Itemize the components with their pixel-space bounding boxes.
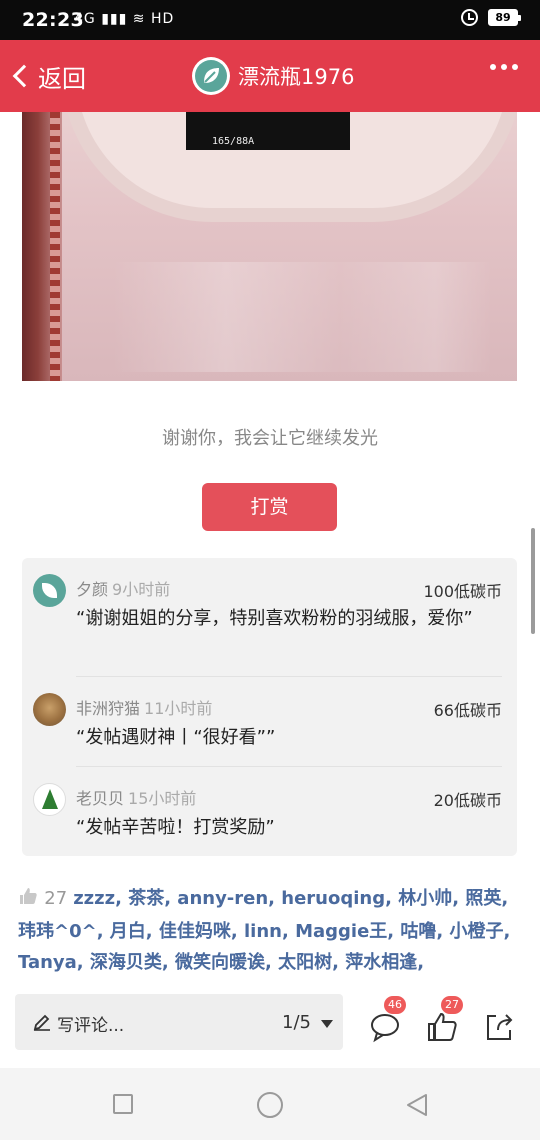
back-triangle-icon[interactable] xyxy=(404,1092,430,1118)
brand: 漂流瓶1976 xyxy=(192,56,354,96)
reward-amount: 66低碳币 xyxy=(433,701,502,720)
battery-icon: 89 xyxy=(488,9,521,26)
divider xyxy=(76,676,502,677)
dot-icon xyxy=(490,64,496,70)
divider xyxy=(76,766,502,767)
wifi-icon: ≋ xyxy=(132,11,146,27)
likes-count: 27 xyxy=(44,888,68,909)
reward-time: 9小时前 xyxy=(112,580,171,599)
scrollbar[interactable] xyxy=(531,528,535,634)
alarm-icon xyxy=(461,9,478,26)
reward-amount: 20低碳币 xyxy=(433,791,502,810)
likes-list: 27 zzzz, 茶茶, anny-ren, heruoqing, 林小帅, 照英… xyxy=(18,883,523,978)
page-title: 漂流瓶1976 xyxy=(238,65,355,89)
recent-apps-icon[interactable] xyxy=(113,1094,133,1114)
home-icon[interactable] xyxy=(257,1092,283,1118)
avatar[interactable] xyxy=(33,783,66,816)
status-bar: 22:23 4G ▮▮▮ ≋ HD 89 xyxy=(0,0,540,40)
like-button[interactable]: 27 xyxy=(425,996,463,1044)
reward-time: 15小时前 xyxy=(128,789,197,808)
bottom-comment-bar: 写评论... 1/5 46 27 xyxy=(0,980,540,1068)
status-right: 89 xyxy=(461,9,521,26)
comment-input[interactable]: 写评论... 1/5 xyxy=(15,994,343,1050)
comment-bubble-icon xyxy=(371,1014,399,1043)
reward-time: 11小时前 xyxy=(144,699,213,718)
dot-icon xyxy=(512,64,518,70)
network-indicators: 4G ▮▮▮ ≋ HD xyxy=(74,11,174,27)
avatar[interactable] xyxy=(33,693,66,726)
thumbs-up-icon xyxy=(18,885,38,916)
thumbs-up-icon xyxy=(428,1012,457,1041)
signal-bars-icon: ▮▮▮ xyxy=(101,11,128,27)
reward-amount: 100低碳币 xyxy=(423,582,502,601)
more-options-button[interactable] xyxy=(490,64,518,70)
reward-button[interactable]: 打赏 xyxy=(202,483,337,531)
back-label: 返回 xyxy=(38,64,86,93)
chevron-left-icon xyxy=(12,64,36,88)
comment-count-badge: 46 xyxy=(384,996,406,1014)
clothing-tag xyxy=(186,112,350,150)
reward-message: “发帖遇财神丨“很好看”” xyxy=(76,727,276,748)
reward-user-name[interactable]: 老贝贝 15小时前 xyxy=(76,785,196,809)
post-caption: 谢谢你，我会让它继续发光 xyxy=(162,428,378,449)
leaf-logo-icon xyxy=(192,57,230,95)
clothing-tag-text: 165/88A xyxy=(212,136,255,147)
system-navigation-bar xyxy=(0,1068,540,1140)
share-button[interactable] xyxy=(482,1010,516,1044)
page-indicator[interactable]: 1/5 xyxy=(282,1012,311,1033)
like-count-badge: 27 xyxy=(441,996,463,1014)
likes-names[interactable]: zzzz, 茶茶, anny-ren, heruoqing, 林小帅, 照英, … xyxy=(18,888,510,973)
reward-user-name[interactable]: 夕颜 9小时前 xyxy=(76,576,170,600)
reward-user-name[interactable]: 非洲狩猫 11小时前 xyxy=(76,695,212,719)
chevron-down-icon[interactable] xyxy=(321,1020,333,1028)
reward-message: “谢谢姐姐的分享，特别喜欢粉粉的羽绒服，爱你” xyxy=(76,608,473,629)
pencil-icon xyxy=(33,1014,50,1031)
zipper-detail xyxy=(50,112,60,381)
reward-message: “发帖辛苦啦！打赏奖励” xyxy=(76,817,275,838)
back-button[interactable]: 返回 xyxy=(10,58,86,94)
reward-list: 夕颜 9小时前 100低碳币 “谢谢姐姐的分享，特别喜欢粉粉的羽绒服，爱你” 非洲… xyxy=(22,558,517,856)
product-photo[interactable]: 165/88A xyxy=(22,112,517,381)
signal-label: 4G xyxy=(74,11,96,27)
comment-placeholder: 写评论... xyxy=(57,1016,125,1036)
dot-icon xyxy=(501,64,507,70)
comments-button[interactable]: 46 xyxy=(368,996,406,1044)
top-header: 返回 漂流瓶1976 xyxy=(0,40,540,112)
hd-label: HD xyxy=(150,11,175,27)
app-screen: 22:23 4G ▮▮▮ ≋ HD 89 返回 漂流瓶1976 165/88A … xyxy=(0,0,540,1140)
share-icon xyxy=(487,1014,513,1040)
avatar[interactable] xyxy=(33,574,66,607)
